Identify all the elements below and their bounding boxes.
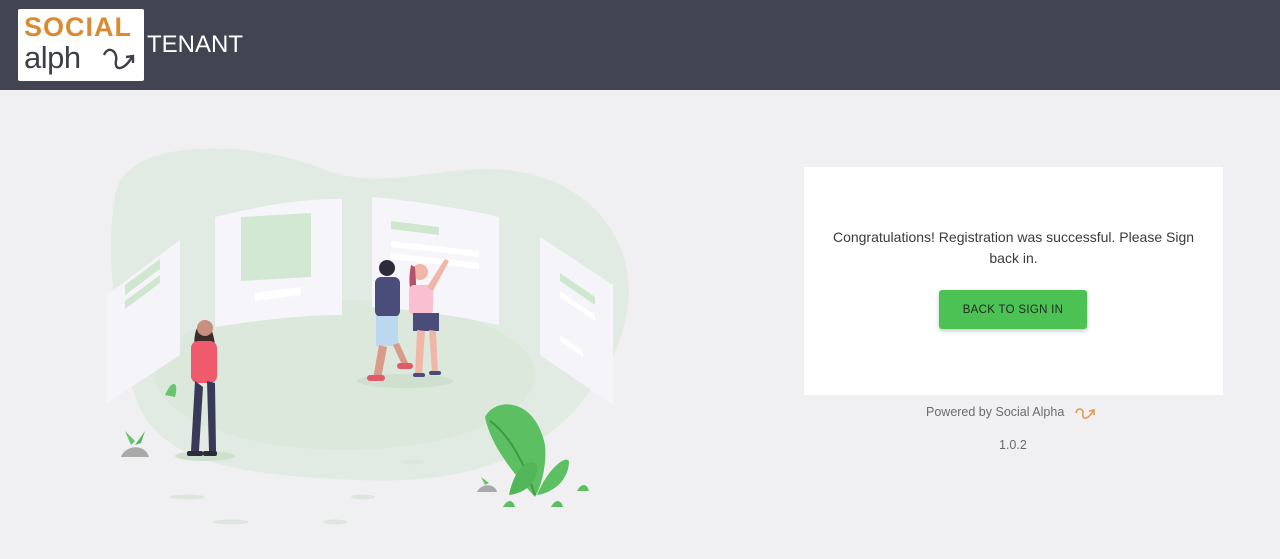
alpha-arrow-icon — [1075, 408, 1095, 419]
top-bar: SOCIAL alph TENANT — [0, 0, 1280, 90]
logo-alpha-text: alph — [24, 40, 81, 75]
version-label: 1.0.2 — [999, 438, 1027, 452]
back-to-sign-in-button[interactable]: BACK TO SIGN IN — [939, 290, 1087, 329]
registration-success-card: Congratulations! Registration was succes… — [804, 167, 1223, 395]
logo-social-text: SOCIAL — [24, 12, 133, 42]
success-message: Congratulations! Registration was succes… — [832, 229, 1195, 266]
powered-by-text: Powered by Social Alpha — [926, 405, 1065, 419]
social-alpha-logo[interactable]: SOCIAL alph — [18, 9, 144, 81]
people-viewing-gallery-illustration — [107, 148, 629, 525]
app-title: TENANT — [147, 31, 243, 58]
alpha-arrow-icon — [102, 48, 135, 70]
